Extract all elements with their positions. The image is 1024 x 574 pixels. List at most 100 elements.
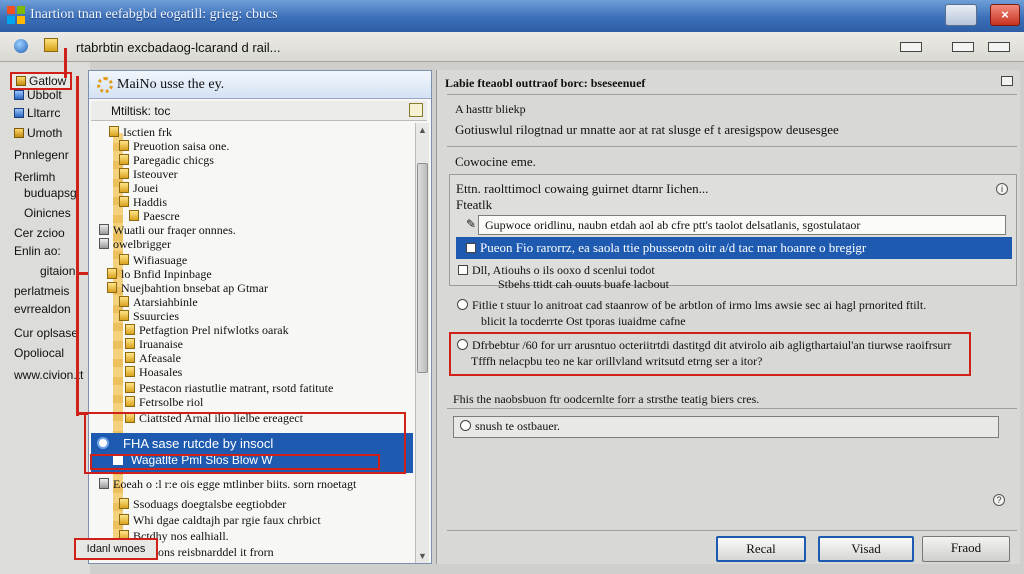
footer-text: Fhis the naobsbuon ftr oodcernlte forr a… [453, 392, 760, 406]
tree-item[interactable]: lo Bnfid Inpinbage [107, 267, 212, 281]
annotation-box [90, 454, 380, 470]
sidebar-item-lltarrc[interactable]: Lltarrc [14, 106, 60, 120]
tree-item[interactable]: Preuotion saisa one. [119, 139, 229, 153]
tree-item[interactable]: Atarsiahbinle [119, 295, 198, 309]
view-minimize-button[interactable] [900, 42, 922, 52]
fred-button[interactable]: Fraod [922, 536, 1010, 562]
tree-item[interactable]: Paescre [129, 209, 180, 223]
details-panel: Labie fteaobl outtraof borc: bseseenuef … [436, 70, 1020, 564]
address-text[interactable]: rtabrbtin excbadaog-lcarand d rail... [76, 40, 281, 55]
tree-scrollbar[interactable]: ▲ ▼ [415, 123, 429, 563]
address-bar: rtabrbtin excbadaog-lcarand d rail... [0, 32, 1024, 62]
sidebar-item-evrrealdon[interactable]: evrrealdon [14, 302, 71, 316]
globe-icon[interactable] [14, 39, 28, 53]
tree-item[interactable]: Nuejbahtion bnsebat ap Gtmar [107, 281, 268, 295]
sidebar-item-perlatmeis[interactable]: perlatmeis [14, 284, 69, 298]
scroll-thumb[interactable] [417, 163, 428, 373]
document-icon [14, 90, 24, 100]
tree-item[interactable]: Ssuurcies [119, 309, 179, 323]
sidebar-item-buduapsg[interactable]: buduapsg [24, 186, 77, 200]
tree-item[interactable]: Whi dgae caldtajh par rgie faux chrbict [119, 513, 321, 527]
folder-icon [119, 154, 129, 165]
view-restore-button[interactable] [952, 42, 974, 52]
folder-icon [125, 338, 135, 349]
tree-item[interactable]: Pestacon riastutlie matrant, rsotd fatit… [125, 381, 333, 395]
tree-item[interactable]: Haddis [119, 195, 167, 209]
view-close-button[interactable] [988, 42, 1010, 52]
tree-item[interactable]: Petfagtion Prel nifwlotks oarak [125, 323, 289, 337]
tree-item[interactable]: Jouei [119, 181, 158, 195]
folder-icon [109, 126, 119, 137]
close-button[interactable]: × [990, 4, 1020, 26]
tree-item[interactable]: Hoasales [125, 365, 182, 379]
sidebar-item-opoliocal[interactable]: Opoliocal [14, 346, 64, 360]
tree-item[interactable]: Afeasale [125, 351, 181, 365]
tree-list: Isctien frk Preuotion saisa one. Paregad… [89, 123, 415, 563]
tree-item[interactable]: Ssoduags doegtalsbe eegtiobder [119, 497, 286, 511]
window-title: Inartion tnan eefabgbd eogatill: grieg: … [30, 7, 278, 22]
sidebar-item-rerlimh[interactable]: Rerlimh [14, 170, 55, 184]
sidebar-item-gitaion[interactable]: gitaion [40, 264, 75, 278]
options-group: Ettn. raolttimocl cowaing guirnet dtarnr… [449, 174, 1017, 291]
sidebar-item-cur-oplsase[interactable]: Cur oplsase [14, 326, 78, 340]
info-icon[interactable]: i [996, 183, 1008, 195]
gear-icon[interactable] [97, 77, 113, 93]
tree-item[interactable]: Iruanaise [125, 337, 183, 351]
folder-icon [119, 310, 129, 321]
tree-item[interactable]: Paregadic chicgs [119, 153, 214, 167]
option-input[interactable]: Gupwoce oridlinu, naubn etdah aol ab cfr… [478, 215, 1006, 235]
sidebar-item-pnnlegenr[interactable]: Pnnlegenr [14, 148, 69, 162]
section2-label: Cowocine eme. [455, 154, 536, 169]
folder-icon [125, 352, 135, 363]
folder-icon [119, 296, 129, 307]
tree-item[interactable]: Wuatli our fraqer onnnes. [99, 223, 236, 237]
folder-icon [125, 324, 135, 335]
sidebar-item-ubbolt[interactable]: Ubbolt [14, 88, 62, 102]
option-3-detail: Stbehs ttidt cah ouuts buafe lacbout [498, 277, 669, 291]
tree-panel: MaiNo usse the ey. Mtiltisk: toc Isctien… [88, 70, 432, 564]
annotation-line [64, 48, 67, 78]
divider [447, 146, 1017, 147]
tree-item[interactable]: Isctien frk [109, 125, 172, 139]
folder-icon [125, 382, 135, 393]
sidebar-item-enlin[interactable]: Enlin ao: [14, 244, 61, 258]
checkbox-icon [466, 243, 476, 253]
radio-option-b[interactable]: Dfrbebtur /60 for urr arusntuo octeriitr… [457, 338, 951, 353]
folder-icon [119, 140, 129, 151]
tree-item[interactable]: Isteouver [119, 167, 178, 181]
window-icon[interactable] [1001, 76, 1013, 86]
sidebar-item-www[interactable]: www.civion.tt [14, 368, 83, 382]
sidebar-item-oinicnes[interactable]: Oinicnes [24, 206, 71, 220]
scroll-down-icon[interactable]: ▼ [418, 551, 427, 561]
folder-icon [119, 182, 129, 193]
scroll-up-icon[interactable]: ▲ [418, 125, 427, 135]
sidebar-item-umoth[interactable]: Umoth [14, 126, 62, 140]
folder-icon [129, 210, 139, 221]
minimize-button[interactable] [945, 4, 977, 26]
windows-logo-icon [7, 6, 25, 24]
tree-item-highlighted[interactable]: Eoeah o :l r:e ois egge mtlinber biits. … [99, 477, 356, 491]
group-title: Ettn. raolttimocl cowaing guirnet dtarnr… [456, 181, 709, 196]
tree-item[interactable]: Wifiasuage [119, 253, 187, 267]
tree-item[interactable]: owelbrigger [99, 237, 171, 251]
folder-icon [14, 128, 24, 138]
section1-label: A hasttr bliekp [455, 102, 526, 116]
checkbox-icon [458, 265, 468, 275]
help-icon[interactable]: ? [993, 494, 1005, 506]
edit-icon[interactable] [409, 103, 423, 117]
vised-button[interactable]: Visad [818, 536, 914, 562]
search-input[interactable]: snush te ostbauer. [453, 416, 999, 438]
gear-icon [99, 224, 109, 235]
folder-icon[interactable] [44, 38, 58, 52]
recal-button[interactable]: Recal [716, 536, 806, 562]
radio-icon [457, 299, 468, 310]
tree-item[interactable]: Fetrsolbe riol [125, 395, 203, 409]
tree-footer-button[interactable]: Idanl wnoes [74, 538, 158, 560]
option-selected[interactable]: Pueon Fio rarorrz, ea saola ttie pbusseo… [456, 237, 1012, 259]
sidebar-item-cer-zcioo[interactable]: Cer zcioo [14, 226, 65, 240]
radio-option-a[interactable]: Fitlie t stuur lo anitroat cad staanrow … [457, 298, 926, 313]
folder-icon [125, 396, 135, 407]
folder-icon [119, 498, 129, 509]
option-3[interactable]: Dll, Atiouhs o ils ooxo d scenlui todot [458, 263, 655, 278]
document-icon [14, 108, 24, 118]
